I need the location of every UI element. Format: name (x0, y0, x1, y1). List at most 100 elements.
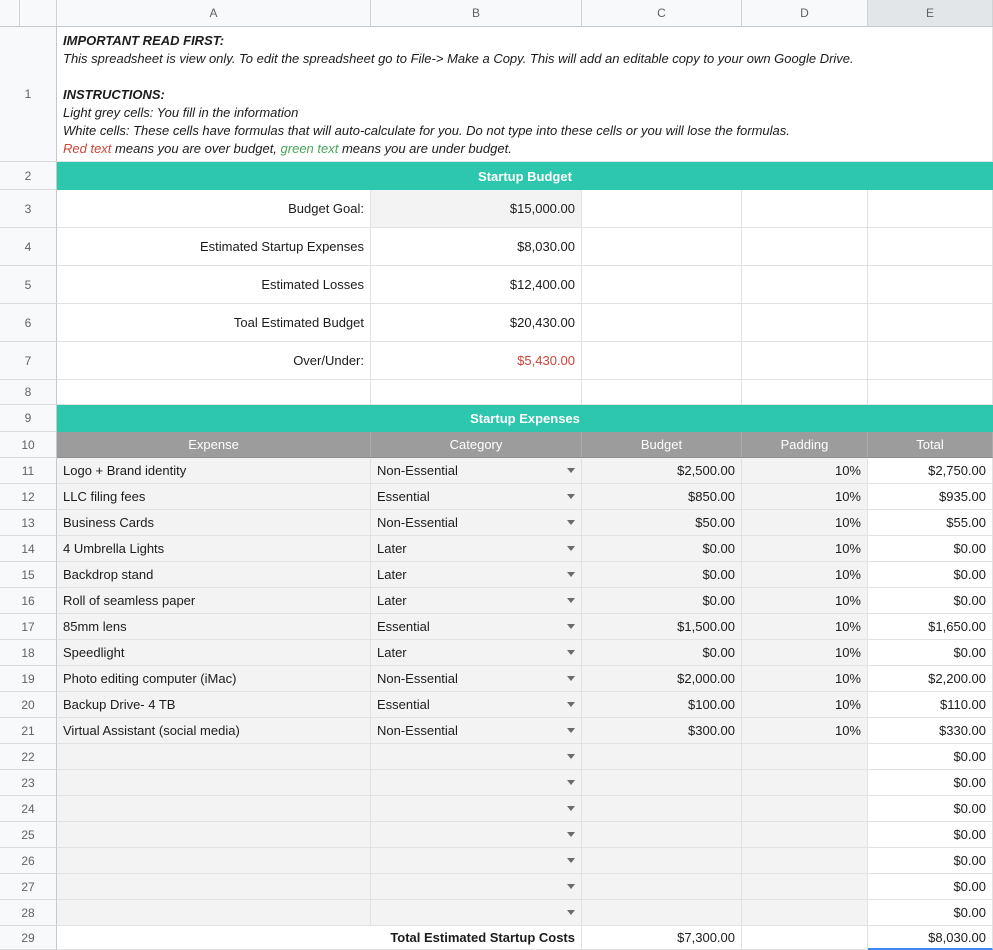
empty-cell[interactable] (582, 380, 742, 405)
total-cell[interactable]: $0.00 (868, 848, 993, 874)
instructions-cell[interactable]: IMPORTANT READ FIRST: This spreadsheet i… (57, 27, 993, 162)
budget-value-cell[interactable]: $5,430.00 (371, 342, 582, 380)
total-cell[interactable]: $0.00 (868, 588, 993, 614)
empty-cell[interactable] (868, 342, 993, 380)
category-cell[interactable] (371, 848, 582, 874)
padding-cell[interactable] (742, 822, 868, 848)
expense-name-cell[interactable]: Logo + Brand identity (57, 458, 371, 484)
padding-cell[interactable]: 10% (742, 666, 868, 692)
total-cell[interactable]: $0.00 (868, 744, 993, 770)
padding-cell[interactable] (742, 874, 868, 900)
budget-amount-cell[interactable]: $0.00 (582, 588, 742, 614)
dropdown-arrow-icon[interactable] (567, 806, 575, 811)
row-number[interactable]: 17 (0, 614, 57, 640)
budget-amount-cell[interactable]: $0.00 (582, 562, 742, 588)
row-number[interactable]: 28 (0, 900, 57, 926)
budget-amount-cell[interactable] (582, 900, 742, 926)
row-number[interactable]: 3 (0, 190, 57, 228)
expense-name-cell[interactable]: Roll of seamless paper (57, 588, 371, 614)
total-cell[interactable]: $110.00 (868, 692, 993, 718)
total-cell[interactable]: $0.00 (868, 640, 993, 666)
row-number[interactable]: 14 (0, 536, 57, 562)
row-number[interactable]: 13 (0, 510, 57, 536)
padding-cell[interactable]: 10% (742, 640, 868, 666)
empty-cell[interactable] (371, 380, 582, 405)
row-number[interactable]: 1 (0, 27, 57, 162)
dropdown-arrow-icon[interactable] (567, 572, 575, 577)
dropdown-arrow-icon[interactable] (567, 494, 575, 499)
category-cell[interactable] (371, 770, 582, 796)
startup-budget-title[interactable]: Startup Budget (57, 162, 993, 190)
category-cell[interactable] (371, 822, 582, 848)
empty-cell[interactable] (742, 190, 868, 228)
dropdown-arrow-icon[interactable] (567, 546, 575, 551)
empty-cell[interactable] (742, 228, 868, 266)
header-total[interactable]: Total (868, 432, 993, 458)
dropdown-arrow-icon[interactable] (567, 728, 575, 733)
total-cell[interactable]: $55.00 (868, 510, 993, 536)
budget-amount-cell[interactable] (582, 744, 742, 770)
budget-amount-cell[interactable] (582, 770, 742, 796)
expense-name-cell[interactable]: Business Cards (57, 510, 371, 536)
total-label-cell[interactable]: Total Estimated Startup Costs (57, 926, 582, 950)
row-number[interactable]: 25 (0, 822, 57, 848)
dropdown-arrow-icon[interactable] (567, 910, 575, 915)
row-number[interactable]: 8 (0, 380, 57, 405)
row-number[interactable]: 10 (0, 432, 57, 458)
expense-name-cell[interactable]: 4 Umbrella Lights (57, 536, 371, 562)
row-number[interactable]: 9 (0, 405, 57, 432)
total-cell[interactable]: $0.00 (868, 562, 993, 588)
budget-label-cell[interactable]: Over/Under: (57, 342, 371, 380)
column-header-b[interactable]: B (371, 0, 582, 27)
row-number[interactable]: 27 (0, 874, 57, 900)
header-category[interactable]: Category (371, 432, 582, 458)
padding-cell[interactable]: 10% (742, 562, 868, 588)
header-expense[interactable]: Expense (57, 432, 371, 458)
budget-amount-cell[interactable]: $850.00 (582, 484, 742, 510)
total-cell[interactable]: $0.00 (868, 874, 993, 900)
budget-value-cell[interactable]: $12,400.00 (371, 266, 582, 304)
total-cell[interactable]: $0.00 (868, 770, 993, 796)
padding-cell[interactable] (742, 770, 868, 796)
header-padding[interactable]: Padding (742, 432, 868, 458)
category-cell[interactable]: Non-Essential (371, 458, 582, 484)
dropdown-arrow-icon[interactable] (567, 754, 575, 759)
row-number[interactable]: 7 (0, 342, 57, 380)
dropdown-arrow-icon[interactable] (567, 468, 575, 473)
budget-amount-cell[interactable]: $0.00 (582, 640, 742, 666)
dropdown-arrow-icon[interactable] (567, 858, 575, 863)
budget-amount-cell[interactable]: $100.00 (582, 692, 742, 718)
padding-cell[interactable]: 10% (742, 536, 868, 562)
expense-name-cell[interactable] (57, 744, 371, 770)
expense-name-cell[interactable]: LLC filing fees (57, 484, 371, 510)
budget-amount-cell[interactable]: $2,500.00 (582, 458, 742, 484)
budget-amount-cell[interactable] (582, 874, 742, 900)
budget-value-cell[interactable]: $8,030.00 (371, 228, 582, 266)
category-cell[interactable]: Non-Essential (371, 510, 582, 536)
row-number[interactable]: 4 (0, 228, 57, 266)
category-cell[interactable]: Non-Essential (371, 666, 582, 692)
empty-cell[interactable] (742, 926, 868, 950)
expense-name-cell[interactable] (57, 874, 371, 900)
dropdown-arrow-icon[interactable] (567, 780, 575, 785)
padding-cell[interactable]: 10% (742, 692, 868, 718)
empty-cell[interactable] (57, 380, 371, 405)
total-cell[interactable]: $0.00 (868, 796, 993, 822)
row-number[interactable]: 16 (0, 588, 57, 614)
padding-cell[interactable] (742, 744, 868, 770)
category-cell[interactable]: Later (371, 536, 582, 562)
expense-name-cell[interactable]: Backdrop stand (57, 562, 371, 588)
expense-name-cell[interactable] (57, 822, 371, 848)
empty-cell[interactable] (582, 190, 742, 228)
row-number[interactable]: 5 (0, 266, 57, 304)
budget-label-cell[interactable]: Toal Estimated Budget (57, 304, 371, 342)
total-cell[interactable]: $2,750.00 (868, 458, 993, 484)
row-number[interactable]: 15 (0, 562, 57, 588)
padding-cell[interactable] (742, 796, 868, 822)
category-cell[interactable]: Later (371, 588, 582, 614)
category-cell[interactable]: Non-Essential (371, 718, 582, 744)
column-header-c[interactable]: C (582, 0, 742, 27)
budget-amount-cell[interactable]: $0.00 (582, 536, 742, 562)
expense-name-cell[interactable]: 85mm lens (57, 614, 371, 640)
total-cell[interactable]: $935.00 (868, 484, 993, 510)
